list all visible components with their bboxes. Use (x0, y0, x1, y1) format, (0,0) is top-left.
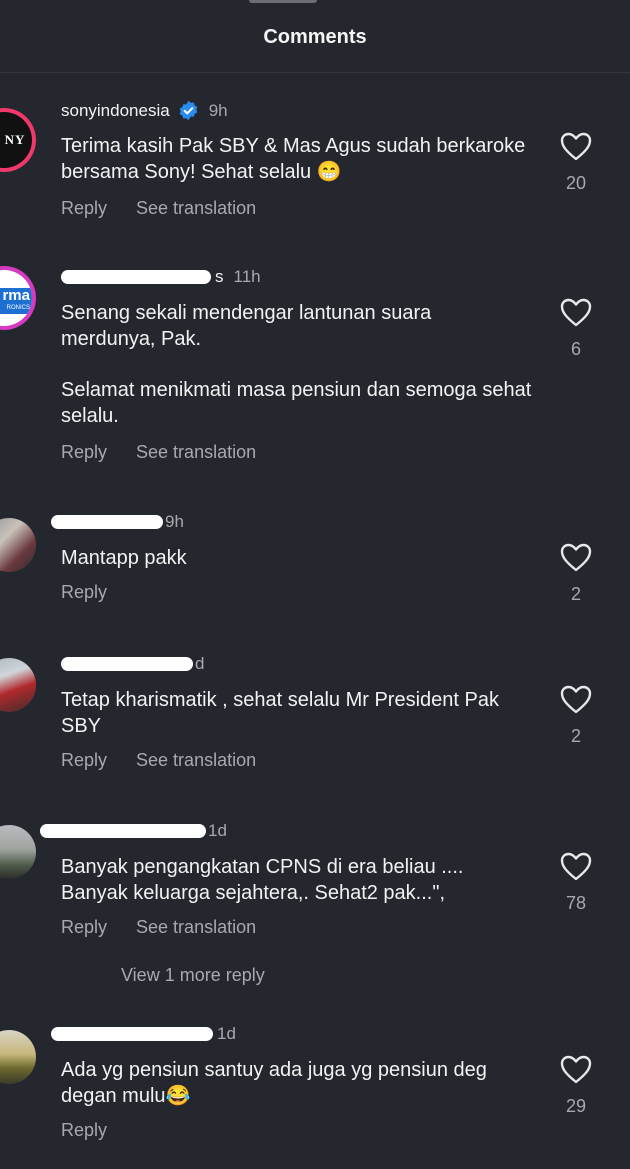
avatar-logo-text: rma (2, 287, 30, 304)
comment-meta: 1d (51, 1024, 236, 1044)
comment-meta: s 11h (61, 267, 261, 287)
comment-text: Terima kasih Pak SBY & Mas Agus sudah be… (61, 135, 526, 183)
reply-button[interactable]: Reply (61, 442, 107, 462)
heart-outline-icon[interactable] (560, 685, 592, 714)
comment-text: Senang sekali mendengar lantunan suara m… (61, 302, 432, 350)
like-count: 2 (570, 726, 581, 746)
comment-actions: Reply (61, 1120, 136, 1141)
heart-outline-icon[interactable] (560, 298, 592, 327)
like-control: 78 (556, 852, 596, 914)
drag-handle[interactable] (249, 0, 317, 3)
avatar[interactable]: NY (0, 108, 36, 172)
header-divider (0, 72, 630, 73)
comment-text: Ada yg pensiun santuy ada juga yg pensiu… (61, 1059, 487, 1107)
view-more-replies-button[interactable]: View 1 more reply (121, 965, 265, 986)
username[interactable]: sonyindonesia (61, 101, 170, 121)
like-count: 2 (570, 584, 581, 604)
page-title: Comments (263, 26, 367, 48)
avatar[interactable] (0, 1030, 36, 1084)
avatar[interactable] (0, 825, 36, 879)
avatar-logo-text: NY (4, 132, 26, 147)
comment-meta: sonyindonesia 9h (61, 100, 228, 121)
like-control: 6 (556, 298, 596, 360)
timestamp: d (195, 654, 205, 673)
redacted-username[interactable] (51, 1027, 213, 1041)
timestamp: 9h (208, 100, 228, 120)
redacted-username[interactable] (61, 270, 211, 284)
like-count: 20 (565, 173, 587, 193)
like-count: 29 (565, 1096, 587, 1116)
like-count: 78 (565, 893, 587, 913)
comment-text: Mantapp pakk (61, 547, 187, 569)
timestamp: 9h (165, 512, 184, 531)
timestamp: 11h (233, 267, 261, 286)
like-control: 20 (556, 132, 596, 194)
heart-outline-icon[interactable] (560, 1055, 592, 1084)
like-control: 2 (556, 685, 596, 747)
like-count: 6 (570, 339, 581, 359)
see-translation-button[interactable]: See translation (136, 750, 256, 770)
comment-actions: Reply See translation (61, 917, 285, 938)
comment-meta: 1d (40, 821, 227, 841)
avatar[interactable] (0, 658, 36, 712)
heart-outline-icon[interactable] (560, 852, 592, 881)
avatar-logo-subtext: RONICS (6, 305, 30, 311)
comment-text-paragraph: Selamat menikmati masa pensiun dan semog… (61, 379, 532, 427)
timestamp: 1d (208, 821, 227, 840)
reply-button[interactable]: Reply (61, 1120, 107, 1140)
timestamp: 1d (217, 1024, 236, 1043)
reply-button[interactable]: Reply (61, 582, 107, 602)
comment-actions: Reply (61, 582, 136, 603)
reply-button[interactable]: Reply (61, 917, 107, 937)
reply-button[interactable]: Reply (61, 198, 107, 218)
redacted-username[interactable] (61, 657, 193, 671)
like-control: 2 (556, 543, 596, 605)
redacted-username[interactable] (40, 824, 206, 838)
see-translation-button[interactable]: See translation (136, 198, 256, 218)
reply-button[interactable]: Reply (61, 750, 107, 770)
comment-actions: Reply See translation (61, 442, 285, 463)
comment-meta: 9h (51, 512, 184, 532)
see-translation-button[interactable]: See translation (136, 917, 256, 937)
comment-text: Tetap kharismatik , sehat selalu Mr Pres… (61, 689, 499, 737)
avatar[interactable] (0, 518, 36, 572)
heart-outline-icon[interactable] (560, 543, 592, 572)
avatar[interactable]: rma RONICS (0, 266, 36, 330)
heart-outline-icon[interactable] (560, 132, 592, 161)
see-translation-button[interactable]: See translation (136, 442, 256, 462)
like-control: 29 (556, 1055, 596, 1117)
comment-actions: Reply See translation (61, 198, 285, 219)
comment-actions: Reply See translation (61, 750, 285, 771)
comment-meta: d (61, 654, 204, 674)
username-suffix: s (215, 267, 224, 286)
verified-badge-icon (178, 100, 199, 121)
comment-text: Banyak pengangkatan CPNS di era beliau .… (61, 856, 464, 904)
redacted-username[interactable] (51, 515, 163, 529)
